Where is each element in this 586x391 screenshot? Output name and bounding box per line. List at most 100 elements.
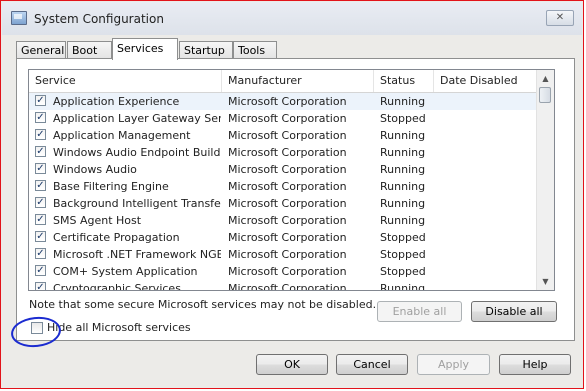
apply-button[interactable]: Apply — [417, 354, 490, 375]
cell-status: Stopped — [380, 248, 426, 261]
cell-status: Running — [380, 214, 426, 227]
cell-date-disabled — [440, 195, 535, 212]
cell-service: Application Layer Gateway Service — [53, 112, 221, 125]
cell-manufacturer: Microsoft Corporation — [228, 248, 347, 261]
vertical-scrollbar[interactable]: ▲ ▼ — [536, 70, 554, 290]
cell-date-disabled — [440, 229, 535, 246]
cell-status: Running — [380, 146, 426, 159]
cell-date-disabled — [440, 178, 535, 195]
cell-status: Stopped — [380, 231, 426, 244]
cell-manufacturer: Microsoft Corporation — [228, 180, 347, 193]
help-button[interactable]: Help — [499, 354, 571, 375]
table-row[interactable]: ✓ Base Filtering Engine Microsoft Corporat… — [29, 178, 537, 195]
service-checkbox[interactable]: ✓ — [35, 265, 46, 276]
services-panel: Service Manufacturer Status Date Disable… — [16, 58, 575, 341]
service-checkbox[interactable]: ✓ — [35, 214, 46, 225]
service-checkbox[interactable]: ✓ — [35, 231, 46, 242]
cell-service: Microsoft .NET Framework NGEN... — [53, 248, 221, 261]
scroll-up-arrow-icon[interactable]: ▲ — [537, 70, 554, 87]
cell-service: Windows Audio Endpoint Builder — [53, 146, 221, 159]
cell-status: Running — [380, 180, 426, 193]
cell-date-disabled — [440, 246, 535, 263]
cell-status: Running — [380, 95, 426, 108]
cell-date-disabled — [440, 280, 535, 290]
cell-service: Application Experience — [53, 95, 180, 108]
table-row[interactable]: ✓ Windows Audio Endpoint Builder Microsoft… — [29, 144, 537, 161]
table-row[interactable]: ✓ COM+ System Application Microsoft Corpor… — [29, 263, 537, 280]
column-header-manufacturer[interactable]: Manufacturer — [222, 70, 374, 92]
list-header: Service Manufacturer Status Date Disable… — [29, 70, 537, 93]
column-header-service[interactable]: Service — [29, 70, 222, 92]
cell-date-disabled — [440, 127, 535, 144]
system-configuration-window: System Configuration ✕ General Boot Serv… — [0, 0, 584, 389]
cell-manufacturer: Microsoft Corporation — [228, 146, 347, 159]
disable-all-button[interactable]: Disable all — [471, 301, 557, 322]
hide-microsoft-services-label[interactable]: Hide all Microsoft services — [47, 321, 191, 335]
cell-status: Running — [380, 163, 426, 176]
cell-service: Application Management — [53, 129, 191, 142]
table-row[interactable]: ✓ Windows Audio Microsoft Corporation Runni… — [29, 161, 537, 178]
cancel-button[interactable]: Cancel — [336, 354, 408, 375]
tab-startup[interactable]: Startup — [179, 41, 233, 58]
service-checkbox[interactable]: ✓ — [35, 180, 46, 191]
service-checkbox[interactable]: ✓ — [35, 112, 46, 123]
cell-manufacturer: Microsoft Corporation — [228, 265, 347, 278]
table-row[interactable]: ✓ Application Layer Gateway Service Micros… — [29, 110, 537, 127]
column-header-status[interactable]: Status — [374, 70, 434, 92]
ok-button[interactable]: OK — [256, 354, 328, 375]
tab-boot[interactable]: Boot — [67, 41, 112, 58]
cell-service: SMS Agent Host — [53, 214, 142, 227]
cell-service: Certificate Propagation — [53, 231, 180, 244]
cell-date-disabled — [440, 93, 535, 110]
service-checkbox[interactable]: ✓ — [35, 163, 46, 174]
enable-all-button[interactable]: Enable all — [377, 301, 462, 322]
service-checkbox[interactable]: ✓ — [35, 248, 46, 259]
window-title: System Configuration — [34, 12, 164, 26]
service-checkbox[interactable]: ✓ — [35, 282, 46, 290]
secure-services-note: Note that some secure Microsoft services… — [29, 298, 377, 311]
cell-manufacturer: Microsoft Corporation — [228, 95, 347, 108]
cell-manufacturer: Microsoft Corporation — [228, 282, 347, 291]
cell-date-disabled — [440, 263, 535, 280]
column-header-date-disabled[interactable]: Date Disabled — [434, 70, 537, 92]
table-row[interactable]: ✓ Cryptographic Services Microsoft Corpora… — [29, 280, 537, 291]
tab-tools[interactable]: Tools — [233, 41, 277, 58]
cell-service: Cryptographic Services — [53, 282, 181, 291]
cell-date-disabled — [440, 144, 535, 161]
scroll-thumb[interactable] — [539, 87, 551, 103]
cell-status: Stopped — [380, 265, 426, 278]
cell-date-disabled — [440, 212, 535, 229]
cell-manufacturer: Microsoft Corporation — [228, 214, 347, 227]
services-list[interactable]: Service Manufacturer Status Date Disable… — [28, 69, 555, 291]
table-row[interactable]: ✓ Application Experience Microsoft Corpora… — [29, 93, 537, 110]
tab-general[interactable]: General — [16, 41, 66, 58]
tab-services[interactable]: Services — [112, 38, 178, 60]
cell-manufacturer: Microsoft Corporation — [228, 163, 347, 176]
msconfig-app-icon — [11, 11, 27, 25]
cell-manufacturer: Microsoft Corporation — [228, 129, 347, 142]
cell-service: Base Filtering Engine — [53, 180, 169, 193]
table-row[interactable]: ✓ Application Management Microsoft Corpora… — [29, 127, 537, 144]
cell-manufacturer: Microsoft Corporation — [228, 112, 347, 125]
cell-status: Running — [380, 282, 426, 291]
cell-service: Windows Audio — [53, 163, 137, 176]
cell-status: Stopped — [380, 112, 426, 125]
cell-status: Running — [380, 129, 426, 142]
title-bar[interactable]: System Configuration ✕ — [2, 2, 582, 35]
cell-date-disabled — [440, 110, 535, 127]
scroll-down-arrow-icon[interactable]: ▼ — [537, 273, 554, 290]
service-checkbox[interactable]: ✓ — [35, 129, 46, 140]
service-checkbox[interactable]: ✓ — [35, 146, 46, 157]
cell-manufacturer: Microsoft Corporation — [228, 231, 347, 244]
table-row[interactable]: ✓ Certificate Propagation Microsoft Corpor… — [29, 229, 537, 246]
cell-service: COM+ System Application — [53, 265, 198, 278]
cell-manufacturer: Microsoft Corporation — [228, 197, 347, 210]
cell-service: Background Intelligent Transfer ... — [53, 197, 221, 210]
table-row[interactable]: ✓ Microsoft .NET Framework NGEN... Microso… — [29, 246, 537, 263]
cell-status: Running — [380, 197, 426, 210]
service-checkbox[interactable]: ✓ — [35, 197, 46, 208]
close-button[interactable]: ✕ — [546, 10, 574, 26]
service-checkbox[interactable]: ✓ — [35, 95, 46, 106]
table-row[interactable]: ✓ SMS Agent Host Microsoft Corporation Runn… — [29, 212, 537, 229]
table-row[interactable]: ✓ Background Intelligent Transfer ... Micr… — [29, 195, 537, 212]
